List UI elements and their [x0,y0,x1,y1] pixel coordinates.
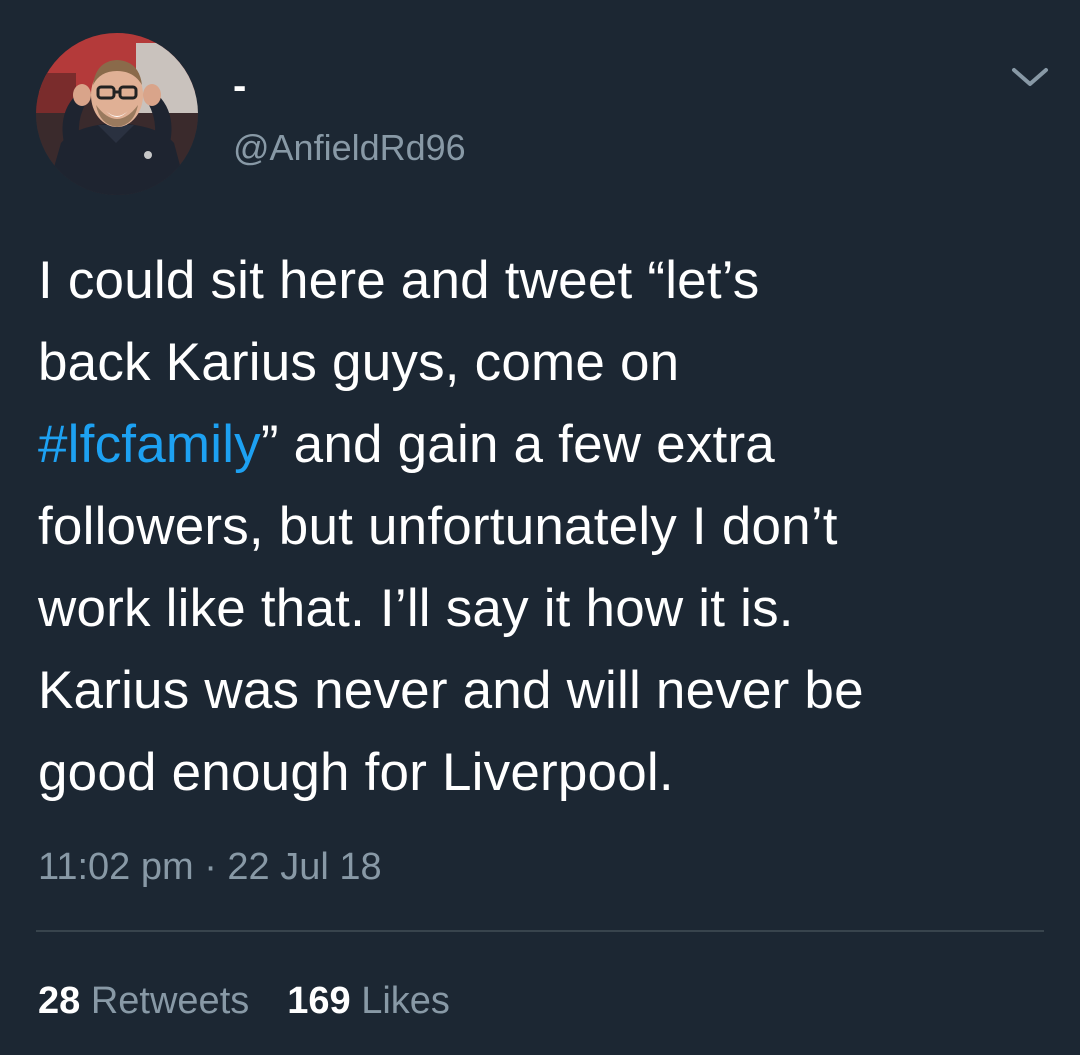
tweet-text: I could sit here and tweet “let’s back K… [38,240,1048,814]
tweet-timestamp: 11:02 pm · 22 Jul 18 [38,842,382,892]
tweet-card: - @AnfieldRd96 I could sit here and twee… [0,0,1080,1055]
likes-stat[interactable]: 169 Likes [287,976,450,1026]
user-handle[interactable]: @AnfieldRd96 [233,126,466,170]
avatar[interactable] [36,33,198,195]
engagement-stats: 28 Retweets 169 Likes [38,976,450,1026]
likes-count: 169 [287,980,351,1022]
tweet-text-line: good enough for Liverpool. [38,743,674,802]
tweet-date: 22 Jul 18 [227,846,382,888]
retweets-count: 28 [38,980,81,1022]
tweet-text-line: back Karius guys, come on [38,333,680,392]
divider [36,930,1044,932]
display-name[interactable]: - [233,62,246,110]
meta-separator: · [204,846,217,888]
retweets-label: Retweets [90,980,250,1022]
tweet-text-line: Karius was never and will never be [38,661,864,720]
retweets-stat[interactable]: 28 Retweets [38,976,249,1026]
hashtag-link[interactable]: #lfcfamily [38,415,261,474]
avatar-photo [36,33,198,195]
tweet-text-line: I could sit here and tweet “let’s [38,251,760,310]
chevron-down-icon[interactable] [1008,60,1052,94]
tweet-time: 11:02 pm [38,846,194,888]
tweet-text-fragment: ” and gain a few extra [260,415,775,474]
likes-label: Likes [361,980,450,1022]
tweet-text-line: followers, but unfortunately I don’t [38,497,838,556]
tweet-text-line: #lfcfamily” and gain a few extra [38,404,1048,486]
tweet-text-line: work like that. I’ll say it how it is. [38,579,794,638]
